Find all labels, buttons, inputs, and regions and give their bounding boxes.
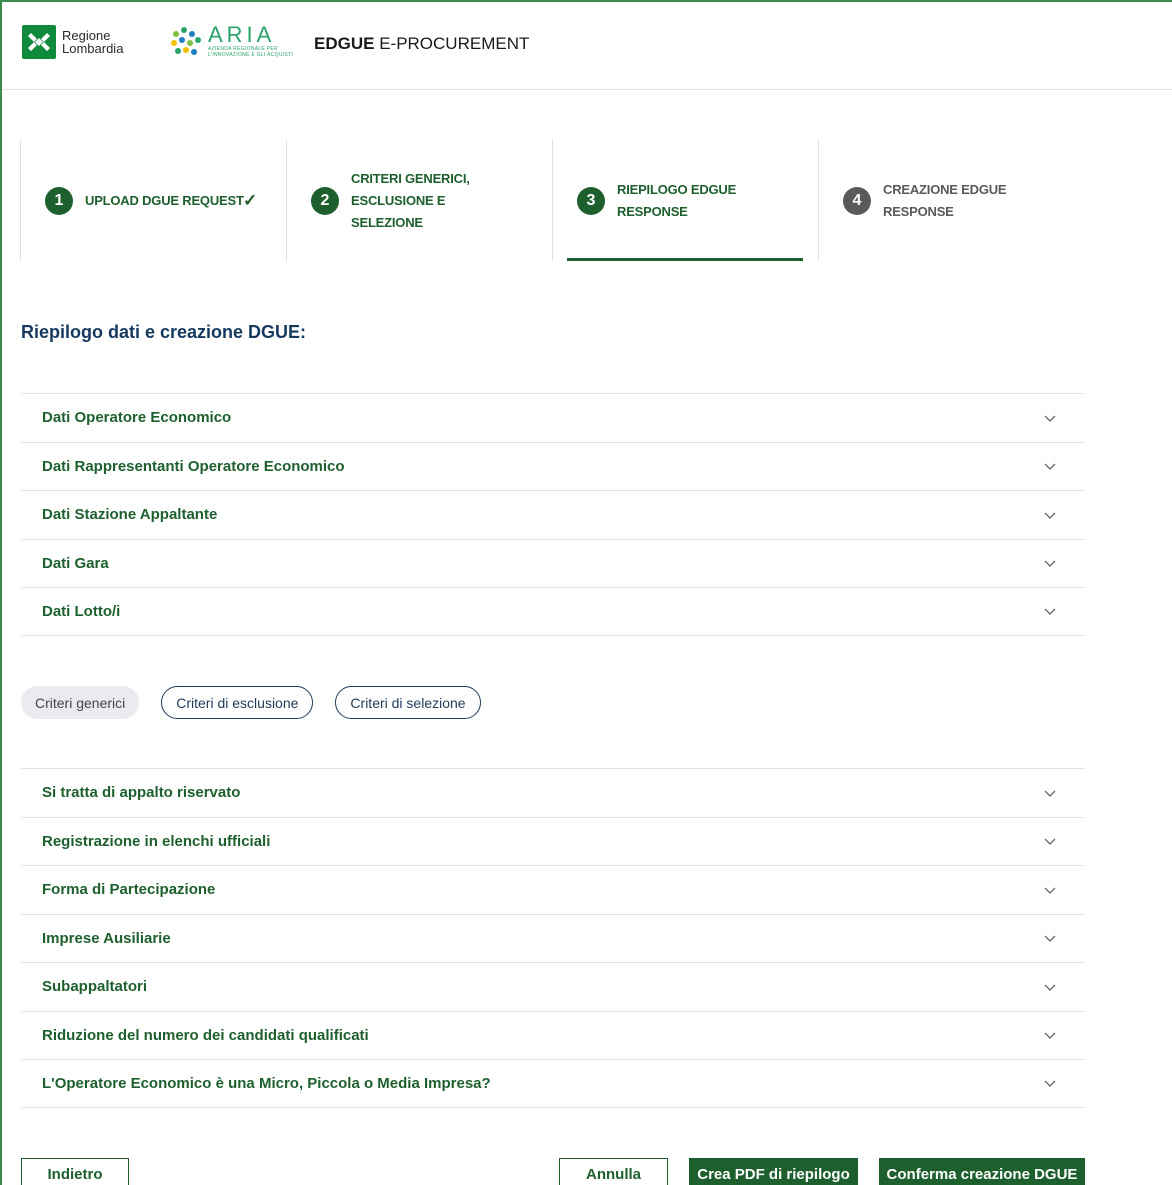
- tab-criteri-generici[interactable]: Criteri generici: [21, 686, 140, 719]
- chevron-down-icon: [1044, 1032, 1056, 1040]
- accordion-row-label: Imprese Ausiliarie: [42, 929, 171, 947]
- page-title: Riepilogo dati e creazione DGUE:: [21, 322, 307, 342]
- chevron-down-icon: [1044, 838, 1056, 846]
- accordion-row-pmi[interactable]: L'Operatore Economico è una Micro, Picco…: [21, 1059, 1085, 1108]
- aria-logo-text: ARIA: [208, 22, 276, 47]
- regione-lombardia-text: Regione Lombardia: [62, 29, 123, 55]
- active-step-underline: [567, 258, 803, 261]
- aria-logo[interactable]: ARIA AZIENDA REGIONALE PER L'INNOVAZIONE…: [168, 24, 293, 60]
- accordion-row-dati-gara[interactable]: Dati Gara: [21, 538, 1085, 588]
- accordion-row-label: Subappaltatori: [42, 978, 148, 996]
- accordion-row-label: Dati Operatore Economico: [42, 409, 232, 427]
- accordion-row-label: Riduzione del numero dei candidati quali…: [42, 1026, 369, 1044]
- data-accordion: Dati Operatore Economico Dati Rappresent…: [21, 393, 1085, 636]
- chevron-down-icon: [1044, 608, 1056, 616]
- accordion-row-label: Dati Stazione Appaltante: [42, 506, 218, 524]
- accordion-row-subappaltatori[interactable]: Subappaltatori: [21, 962, 1085, 1011]
- step-divider: [552, 140, 553, 261]
- accordion-row-forma-partecipazione[interactable]: Forma di Partecipazione: [21, 865, 1085, 914]
- accordion-row-dati-stazione-appaltante[interactable]: Dati Stazione Appaltante: [21, 490, 1085, 539]
- chevron-down-icon: [1044, 935, 1056, 943]
- accordion-row-dati-operatore-economico[interactable]: Dati Operatore Economico: [21, 393, 1085, 442]
- accordion-row-imprese-ausiliarie[interactable]: Imprese Ausiliarie: [21, 913, 1085, 963]
- step-label: CREAZIONE EDGUE RESPONSE: [883, 181, 1007, 219]
- chevron-down-icon: [1044, 463, 1056, 471]
- step-divider: [286, 140, 287, 261]
- chevron-down-icon: [1044, 512, 1056, 519]
- chevron-down-icon: [1044, 1080, 1056, 1088]
- chevron-down-icon: [1044, 560, 1056, 568]
- accordion-row-label: Dati Gara: [42, 554, 109, 572]
- chevron-down-icon: [1044, 887, 1056, 894]
- step-label: UPLOAD DGUE REQUEST: [85, 192, 244, 208]
- tab-criteri-di-selezione[interactable]: Criteri di selezione: [335, 686, 481, 719]
- accordion-row-label: Forma di Partecipazione: [42, 881, 216, 899]
- accordion-row-appalto-riservato[interactable]: Si tratta di appalto riservato: [21, 768, 1085, 817]
- accordion-row-dati-rappresentanti[interactable]: Dati Rappresentanti Operatore Economico: [21, 441, 1085, 491]
- create-pdf-button[interactable]: Crea PDF di riepilogo: [689, 1158, 858, 1185]
- step-number-badge: 1: [45, 186, 73, 215]
- accordion-row-label: Dati Rappresentanti Operatore Economico: [42, 457, 345, 475]
- aria-dots-icon: [171, 27, 201, 55]
- step-number-badge: 2: [311, 186, 339, 215]
- step-criteri[interactable]: 2 CRITERI GENERICI, ESCLUSIONE E SELEZIO…: [286, 140, 552, 261]
- tab-criteri-di-esclusione[interactable]: Criteri di esclusione: [161, 686, 314, 719]
- accordion-row-label: Registrazione in elenchi ufficiali: [42, 832, 271, 850]
- app-title: EDGUE E-PROCUREMENT: [314, 34, 529, 54]
- accordion-row-label: Dati Lotto/i: [42, 602, 121, 620]
- logo-rl-line2: Lombardia: [62, 41, 124, 56]
- step-creazione-edgue-response[interactable]: 4 CREAZIONE EDGUE RESPONSE: [818, 140, 1084, 261]
- step-upload-dgue-request[interactable]: 1 UPLOAD DGUE REQUEST ✓: [20, 140, 286, 261]
- accordion-row-dati-lotti[interactable]: Dati Lotto/i: [21, 587, 1085, 636]
- chevron-down-icon: [1044, 984, 1056, 991]
- chevron-down-icon: [1044, 415, 1056, 422]
- step-divider: [818, 140, 819, 261]
- regione-lombardia-mark-icon: [22, 25, 56, 59]
- step-number-badge: 3: [577, 186, 605, 215]
- app-title-bold: EDGUE: [314, 34, 375, 53]
- regione-lombardia-logo[interactable]: Regione Lombardia: [22, 25, 123, 59]
- app-header: Regione Lombardia ARIA AZIENDA REGIONALE…: [2, 2, 1172, 90]
- aria-logo-sub2: L'INNOVAZIONE E GLI ACQUISTI: [208, 52, 294, 58]
- step-divider: [20, 140, 21, 261]
- criteria-tabs: Criteri generici Criteri di esclusione C…: [21, 686, 481, 719]
- step-label: RIEPILOGO EDGUE RESPONSE: [617, 181, 737, 219]
- step-label: CRITERI GENERICI, ESCLUSIONE E SELEZIONE: [351, 170, 470, 230]
- step-number-badge: 4: [843, 186, 871, 215]
- chevron-down-icon: [1044, 790, 1056, 797]
- accordion-row-label: Si tratta di appalto riservato: [42, 784, 241, 802]
- wizard-stepper: 1 UPLOAD DGUE REQUEST ✓ 2 CRITERI GENERI…: [20, 140, 1085, 261]
- criteria-accordion: Si tratta di appalto riservato Registraz…: [21, 768, 1085, 1108]
- confirm-dgue-button[interactable]: Conferma creazione DGUE: [879, 1158, 1085, 1185]
- accordion-row-riduzione-candidati[interactable]: Riduzione del numero dei candidati quali…: [21, 1010, 1085, 1060]
- checkmark-icon: ✓: [243, 190, 258, 210]
- back-button[interactable]: Indietro: [21, 1158, 129, 1185]
- app-title-rest: E-PROCUREMENT: [374, 34, 530, 53]
- step-riepilogo-edgue-response[interactable]: 3 RIEPILOGO EDGUE RESPONSE: [552, 140, 818, 261]
- accordion-row-label: L'Operatore Economico è una Micro, Picco…: [42, 1074, 491, 1092]
- cancel-button[interactable]: Annulla: [559, 1158, 668, 1185]
- accordion-row-registrazione-elenchi[interactable]: Registrazione in elenchi ufficiali: [21, 816, 1085, 866]
